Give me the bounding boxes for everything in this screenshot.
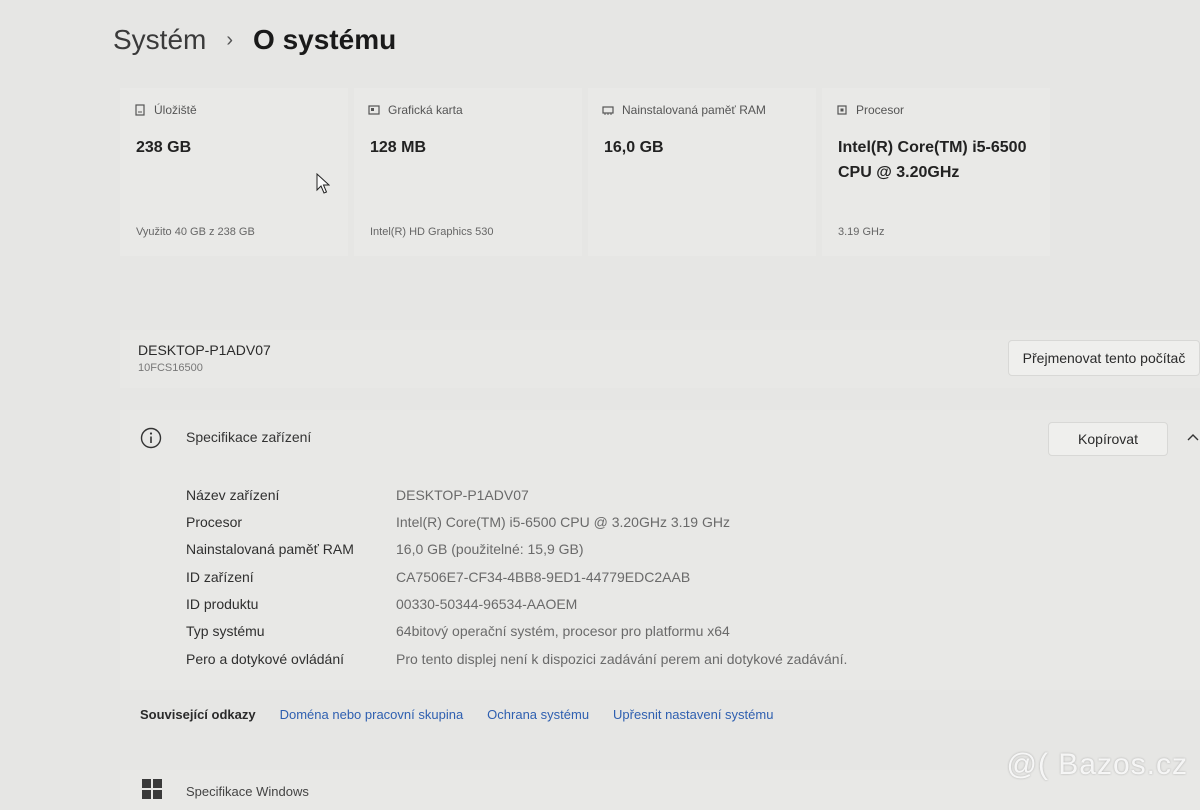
tile-ram-label: Nainstalovaná paměť RAM — [622, 103, 766, 117]
tile-graphics: Grafická karta 128 MB Intel(R) HD Graphi… — [354, 88, 582, 256]
rename-pc-button[interactable]: Přejmenovat tento počítač — [1008, 340, 1200, 376]
tile-storage: Úložiště 238 GB Využito 40 GB z 238 GB — [120, 88, 348, 256]
ram-icon — [602, 106, 614, 115]
link-system-protection[interactable]: Ochrana systému — [487, 707, 589, 722]
tile-graphics-sub: Intel(R) HD Graphics 530 — [370, 226, 494, 238]
spec-label: Název zařízení — [186, 487, 280, 503]
device-model: 10FCS16500 — [138, 362, 203, 374]
spec-value: CA7506E7-CF34-4BB8-9ED1-44779EDC2AAB — [396, 569, 691, 585]
storage-icon — [135, 104, 145, 116]
spec-row-processor: Procesor Intel(R) Core(TM) i5-6500 CPU @… — [186, 514, 730, 530]
link-advanced-system-settings[interactable]: Upřesnit nastavení systému — [613, 707, 773, 722]
spec-value: Pro tento displej není k dispozici zadáv… — [396, 651, 848, 667]
tile-processor-sub: 3.19 GHz — [838, 226, 885, 238]
spec-label: ID produktu — [186, 596, 259, 612]
device-specs-header[interactable]: Specifikace zařízení Kopírovat — [120, 410, 1200, 466]
windows-specs-title: Specifikace Windows — [186, 784, 309, 799]
spec-label: Pero a dotykové ovládání — [186, 651, 344, 667]
related-links-title: Související odkazy — [140, 707, 256, 722]
windows-logo-icon — [142, 779, 162, 799]
tile-storage-label: Úložiště — [154, 103, 197, 117]
tile-storage-value: 238 GB — [136, 139, 192, 156]
graphics-card-icon — [368, 105, 380, 115]
tile-ram: Nainstalovaná paměť RAM 16,0 GB — [588, 88, 816, 256]
spec-label: Nainstalovaná paměť RAM — [186, 541, 354, 557]
breadcrumb: Systém › O systému — [113, 24, 396, 56]
tile-processor: Procesor Intel(R) Core(TM) i5-6500 CPU @… — [822, 88, 1050, 256]
spec-row-device-name: Název zařízení DESKTOP-P1ADV07 — [186, 487, 529, 503]
spec-value: DESKTOP-P1ADV07 — [396, 487, 529, 503]
related-links: Související odkazy Doména nebo pracovní … — [140, 707, 773, 722]
spec-value: 16,0 GB (použitelné: 15,9 GB) — [396, 541, 584, 557]
spec-row-device-id: ID zařízení CA7506E7-CF34-4BB8-9ED1-4477… — [186, 569, 690, 585]
tile-processor-label: Procesor — [856, 103, 905, 117]
page-title: O systému — [253, 24, 397, 55]
mouse-cursor-icon — [316, 173, 330, 194]
tile-graphics-label: Grafická karta — [388, 103, 463, 117]
chevron-up-icon[interactable] — [1186, 430, 1200, 444]
summary-tiles: Úložiště 238 GB Využito 40 GB z 238 GB G… — [120, 88, 1050, 256]
spec-row-product-id: ID produktu 00330-50344-96534-AAOEM — [186, 596, 577, 612]
tile-processor-value: Intel(R) Core(TM) i5-6500 CPU @ 3.20GHz — [838, 139, 1027, 181]
spec-label: Typ systému — [186, 623, 265, 639]
device-name: DESKTOP-P1ADV07 — [138, 342, 271, 358]
spec-value: Intel(R) Core(TM) i5-6500 CPU @ 3.20GHz … — [396, 514, 730, 530]
spec-label: Procesor — [186, 514, 243, 530]
link-domain-workgroup[interactable]: Doména nebo pracovní skupina — [280, 707, 464, 722]
device-card: DESKTOP-P1ADV07 10FCS16500 Přejmenovat t… — [120, 330, 1200, 388]
spec-value: 64bitový operační systém, procesor pro p… — [396, 623, 730, 639]
processor-icon — [837, 105, 847, 115]
spec-row-pen-touch: Pero a dotykové ovládání Pro tento displ… — [186, 651, 847, 667]
spec-value: 00330-50344-96534-AAOEM — [396, 596, 578, 612]
tile-ram-value: 16,0 GB — [604, 139, 664, 156]
watermark-logo: @( Bazos.cz — [1006, 748, 1188, 781]
breadcrumb-parent-link[interactable]: Systém — [113, 24, 206, 56]
breadcrumb-separator-icon: › — [226, 28, 234, 51]
spec-row-ram: Nainstalovaná paměť RAM 16,0 GB (použite… — [186, 541, 584, 557]
tile-graphics-value: 128 MB — [370, 139, 427, 156]
spec-label: ID zařízení — [186, 569, 254, 585]
tile-storage-sub: Využito 40 GB z 238 GB — [136, 226, 255, 238]
spec-row-system-type: Typ systému 64bitový operační systém, pr… — [186, 623, 730, 639]
copy-specs-button[interactable]: Kopírovat — [1048, 422, 1168, 456]
device-specs-card: Specifikace zařízení Kopírovat Název zař… — [120, 410, 1200, 690]
info-icon — [140, 427, 162, 449]
device-specs-title: Specifikace zařízení — [186, 429, 312, 445]
